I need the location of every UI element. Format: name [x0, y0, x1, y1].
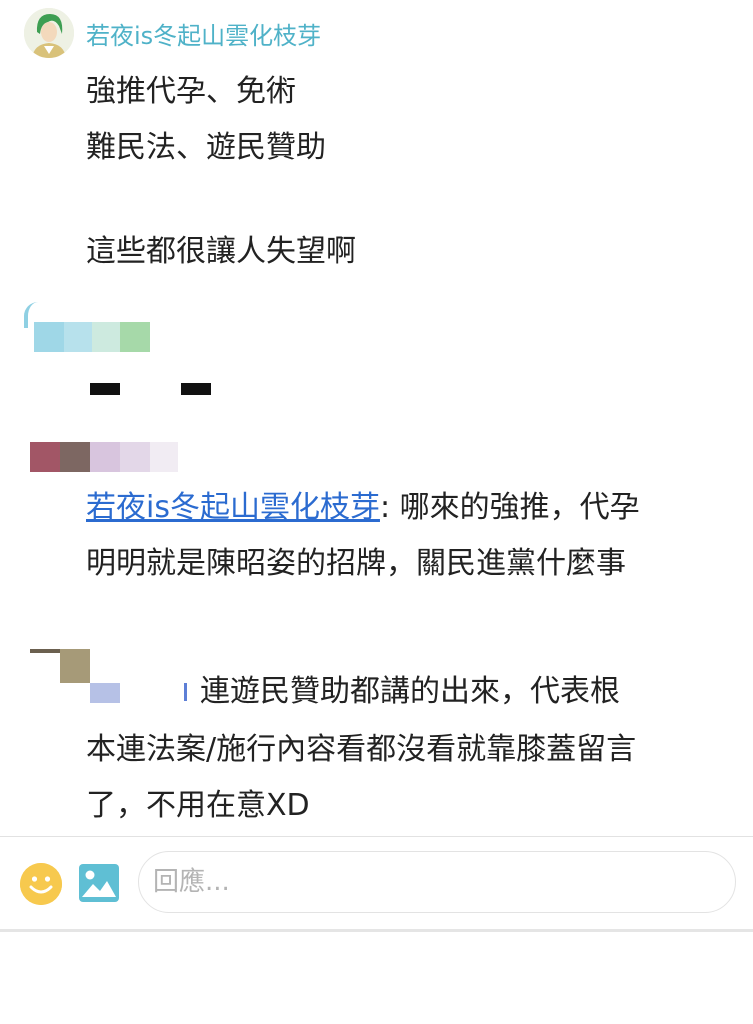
redaction-block	[120, 322, 150, 352]
redaction-block	[92, 322, 120, 352]
comment-text-line: 難民法、遊民贊助	[86, 130, 326, 165]
comment-text-line: 明明就是陳昭姿的招牌，關民進黨什麼事	[86, 546, 626, 581]
redaction-block	[90, 683, 120, 703]
comment-text-line: 連遊民贊助都講的出來，代表根	[200, 674, 620, 709]
comment-text-line: 若夜is冬起山雲化枝芽: 哪來的強推，代孕	[86, 482, 640, 526]
image-icon-graphic	[79, 864, 119, 902]
redaction-block	[30, 649, 60, 653]
reply-bar	[0, 837, 753, 929]
comment-thread: 若夜is冬起山雲化枝芽 強推代孕、免術 難民法、遊民贊助 這些都很讓人失望啊 若…	[0, 0, 753, 838]
redaction-block	[30, 442, 60, 472]
divider	[0, 929, 753, 932]
image-icon[interactable]	[78, 863, 120, 903]
comment-username[interactable]: 若夜is冬起山雲化枝芽	[86, 16, 321, 51]
redaction-block	[150, 442, 178, 472]
mention-link[interactable]: 若夜is冬起山雲化枝芽	[86, 490, 380, 525]
comment-text-line: 了，不用在意XD	[86, 788, 310, 823]
redaction-block	[34, 322, 64, 352]
redaction-block	[120, 442, 150, 472]
user-avatar[interactable]	[24, 8, 74, 58]
comment-text-line: 這些都很讓人失望啊	[86, 234, 356, 269]
avatar-illustration	[24, 8, 74, 58]
smiley-icon-graphic	[20, 863, 62, 905]
redacted-text-mark	[90, 383, 120, 395]
redaction-block	[64, 322, 92, 352]
redacted-text-mark	[181, 383, 211, 395]
comment-text-line: 強推代孕、免術	[86, 74, 296, 109]
redaction-block	[60, 442, 90, 472]
redaction-block	[60, 649, 90, 683]
comment-text-line: 本連法案/施行內容看都沒看就靠膝蓋留言	[86, 732, 637, 767]
smiley-icon[interactable]	[20, 863, 62, 905]
redaction-block	[184, 683, 187, 701]
comment-text: : 哪來的強推，代孕	[379, 490, 640, 525]
redaction-block	[90, 442, 120, 472]
reply-input[interactable]	[138, 851, 736, 913]
